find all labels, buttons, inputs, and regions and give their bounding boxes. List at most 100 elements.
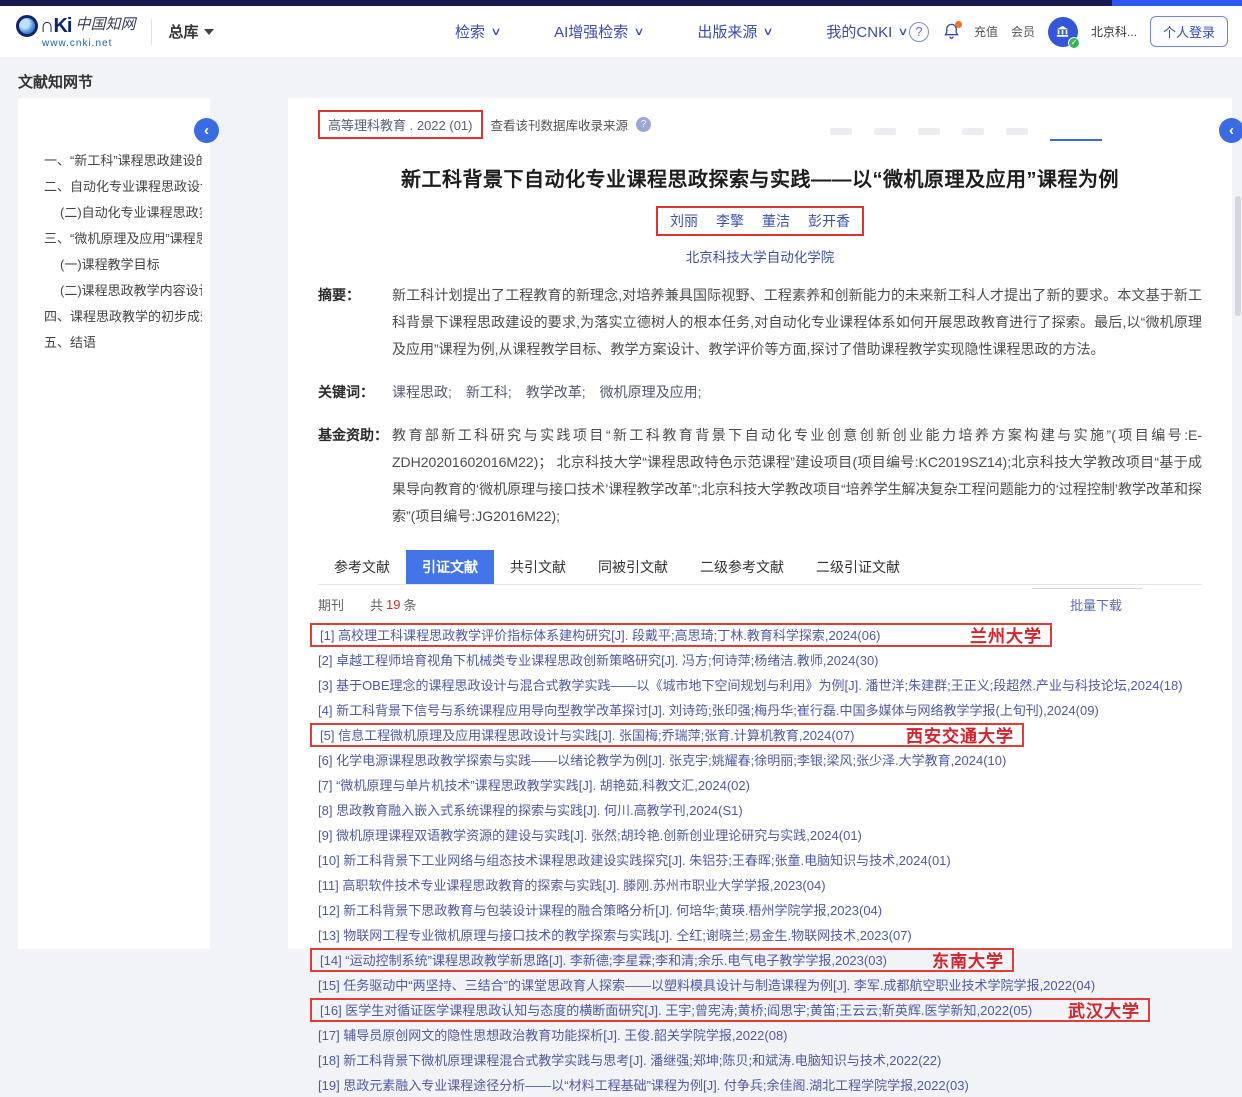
author-link[interactable]: 董洁 bbox=[762, 211, 790, 231]
reference-row: [6] 化学电源课程思政教学探索与实践——以绪论教学为例[J]. 张克宇;姚耀春… bbox=[318, 747, 1202, 772]
member-link[interactable]: 会员 bbox=[1011, 23, 1035, 40]
database-menu[interactable]: 总库 bbox=[168, 21, 214, 42]
sidebar-collapse-icon[interactable]: ‹ bbox=[194, 118, 219, 143]
personal-login-button[interactable]: 个人登录 bbox=[1150, 16, 1228, 47]
author-link[interactable]: 彭开香 bbox=[808, 211, 850, 231]
article-panel: ‹ 高等理科教育 . 2022 (01) 查看该刊数据库收录来源 ? 新工科背景… bbox=[288, 98, 1232, 949]
reference-citation-link[interactable]: [8] 思政教育融入嵌入式系统课程的探索与实践[J]. 何川.高教学刊,2024… bbox=[318, 800, 743, 819]
institution-avatar[interactable]: ✓ bbox=[1048, 17, 1078, 47]
question-icon[interactable]: ? bbox=[636, 117, 651, 132]
reference-citation-link[interactable]: [1] 高校理工科课程思政教学评价指标体系建构研究[J]. 段戴平;高思琦;丁林… bbox=[320, 625, 881, 644]
keyword-link[interactable]: 新工科; bbox=[466, 384, 512, 400]
tab-引证文献[interactable]: 引证文献 bbox=[406, 550, 494, 584]
outline-item[interactable]: 五、结语 bbox=[44, 330, 202, 356]
reference-row: [18] 新工科背景下微机原理课程混合式教学实践与思考[J]. 潘继强;郑坤;陈… bbox=[318, 1047, 1202, 1072]
scrollbar-thumb[interactable] bbox=[1235, 196, 1241, 316]
chevron-down-icon: ∨ bbox=[634, 25, 645, 38]
cnki-logo[interactable]: ∩Ki 中国知网 www.cnki.net bbox=[16, 15, 135, 49]
outline-item[interactable]: (一)课程教学目标 bbox=[44, 252, 202, 278]
authors-box: 刘丽李擎董洁彭开香 bbox=[656, 206, 864, 236]
tab-参考文献[interactable]: 参考文献 bbox=[318, 550, 406, 584]
tab-二级引证文献[interactable]: 二级引证文献 bbox=[800, 550, 916, 584]
nav-item-我的CNKI[interactable]: 我的CNKI∨ bbox=[826, 21, 907, 42]
reference-citation-link[interactable]: [19] 思政元素融入专业课程途径分析——以“材料工程基础”课程为例[J]. 付… bbox=[318, 1075, 969, 1094]
outline-item[interactable]: 三、“微机原理及应用”课程思... bbox=[44, 226, 202, 252]
keyword-link[interactable]: 课程思政; bbox=[392, 384, 452, 400]
outline-item[interactable]: (二)自动化专业课程思政实施... bbox=[44, 200, 202, 226]
reference-row: [9] 微机原理课程双语教学资源的建设与实践[J]. 张然;胡玲艳.创新创业理论… bbox=[318, 822, 1202, 847]
reference-line: [17] 辅导员原创网文的隐性思想政治教育功能探析[J]. 王俊.韶关学院学报,… bbox=[318, 1025, 788, 1044]
reference-line: [11] 高职软件技术专业课程思政教育的探索与实践[J]. 滕刚.苏州市职业大学… bbox=[318, 875, 826, 894]
journal-source-link[interactable]: 高等理科教育 . 2022 (01) bbox=[318, 110, 483, 139]
caret-down-icon bbox=[204, 29, 214, 35]
logo-url: www.cnki.net bbox=[42, 39, 135, 49]
tab-同被引文献[interactable]: 同被引文献 bbox=[582, 550, 684, 584]
university-annotation: 东南大学 bbox=[932, 947, 1004, 972]
tab-共引文献[interactable]: 共引文献 bbox=[494, 550, 582, 584]
reference-citation-link[interactable]: [9] 微机原理课程双语教学资源的建设与实践[J]. 张然;胡玲艳.创新创业理论… bbox=[318, 825, 862, 844]
reference-citation-link[interactable]: [12] 新工科背景下思政教育与包装设计课程的融合策略分析[J]. 何培华;黄瑛… bbox=[318, 900, 882, 919]
reference-citation-link[interactable]: [13] 物联网工程专业微机原理与接口技术的教学探索与实践[J]. 仝红;谢晓兰… bbox=[318, 925, 912, 944]
reference-citation-link[interactable]: [18] 新工科背景下微机原理课程混合式教学实践与思考[J]. 潘继强;郑坤;陈… bbox=[318, 1050, 941, 1069]
outline-item[interactable]: 四、课程思政教学的初步成效 bbox=[44, 304, 202, 330]
toolbar-placeholder bbox=[830, 128, 1102, 135]
keyword-link[interactable]: 教学改革; bbox=[526, 384, 586, 400]
help-icon[interactable]: ? bbox=[909, 22, 929, 42]
highlight-box: [14] “运动控制系统”课程思政教学新思路[J]. 李新德;李星霖;李和清;余… bbox=[310, 948, 1014, 972]
keywords-list: 课程思政; 新工科; 教学改革; 微机原理及应用; bbox=[392, 379, 1202, 406]
reference-citation-link[interactable]: [5] 信息工程微机原理及应用课程思政设计与实践[J]. 张国梅;乔瑞萍;张育.… bbox=[320, 725, 855, 744]
reference-line: [9] 微机原理课程双语教学资源的建设与实践[J]. 张然;胡玲艳.创新创业理论… bbox=[318, 825, 862, 844]
main-nav: 检索∨ AI增强检索∨ 出版来源∨ 我的CNKI∨ bbox=[455, 21, 907, 42]
abstract-block: 摘要： 新工科计划提出了工程教育的新理念,对培养兼具国际视野、工程素养和创新能力… bbox=[318, 282, 1202, 363]
reference-line: [2] 卓越工程师培育视角下机械类专业课程思政创新策略研究[J]. 冯方;何诗萍… bbox=[318, 650, 879, 669]
count-suffix: 条 bbox=[404, 595, 417, 614]
reference-citation-link[interactable]: [11] 高职软件技术专业课程思政教育的探索与实践[J]. 滕刚.苏州市职业大学… bbox=[318, 875, 826, 894]
reference-citation-link[interactable]: [2] 卓越工程师培育视角下机械类专业课程思政创新策略研究[J]. 冯方;何诗萍… bbox=[318, 650, 879, 669]
university-annotation: 兰州大学 bbox=[970, 622, 1042, 647]
fund-text: 教育部新工科研究与实践项目“新工科教育背景下自动化专业创意创新创业能力培养方案构… bbox=[392, 422, 1202, 530]
reference-citation-link[interactable]: [15] 任务驱动中“两坚持、三结合”的课堂思政育人探索——以塑料模具设计与制造… bbox=[318, 975, 1095, 994]
scrollbar[interactable] bbox=[1234, 196, 1242, 949]
tab-二级参考文献[interactable]: 二级参考文献 bbox=[684, 550, 800, 584]
reference-citation-link[interactable]: [17] 辅导员原创网文的隐性思想政治教育功能探析[J]. 王俊.韶关学院学报,… bbox=[318, 1025, 788, 1044]
reference-citation-link[interactable]: [10] 新工科背景下工业网络与组态技术课程思政建设实践探究[J]. 朱铝芬;王… bbox=[318, 850, 951, 869]
nav-item-检索[interactable]: 检索∨ bbox=[455, 21, 500, 42]
reference-row: [13] 物联网工程专业微机原理与接口技术的教学探索与实践[J]. 仝红;谢晓兰… bbox=[318, 922, 1202, 947]
institution-name[interactable]: 北京科... bbox=[1091, 23, 1137, 40]
reference-line: [3] 基于OBE理念的课程思政设计与混合式教学实践——以《城市地下空间规划与利… bbox=[318, 675, 1183, 694]
reference-line: [8] 思政教育融入嵌入式系统课程的探索与实践[J]. 何川.高教学刊,2024… bbox=[318, 800, 743, 819]
outline-item[interactable]: (二)课程思政教学内容设计 bbox=[44, 278, 202, 304]
reference-citation-link[interactable]: [6] 化学电源课程思政教学探索与实践——以绪论教学为例[J]. 张克宇;姚耀春… bbox=[318, 750, 1006, 769]
article-title: 新工科背景下自动化专业课程思政探索与实践——以“微机原理及应用”课程为例 bbox=[318, 163, 1202, 192]
highlight-box: [1] 高校理工科课程思政教学评价指标体系建构研究[J]. 段戴平;高思琦;丁林… bbox=[310, 623, 1052, 647]
chevron-down-icon: ∨ bbox=[490, 25, 501, 38]
batch-download-link[interactable]: 批量下载 bbox=[1070, 595, 1122, 614]
globe-icon bbox=[16, 15, 38, 37]
recharge-link[interactable]: 充值 bbox=[974, 23, 998, 40]
reference-citation-link[interactable]: [16] 医学生对循证医学课程思政认知与态度的横断面研究[J]. 王宇;曾宪涛;… bbox=[320, 1000, 1032, 1019]
reference-row: [16] 医学生对循证医学课程思政认知与态度的横断面研究[J]. 王宇;曾宪涛;… bbox=[318, 997, 1202, 1022]
reference-citation-link[interactable]: [14] “运动控制系统”课程思政教学新思路[J]. 李新德;李星霖;李和清;余… bbox=[320, 950, 887, 969]
outline-item[interactable]: 一、“新工科”课程思政建设的... bbox=[44, 148, 202, 174]
abstract-text: 新工科计划提出了工程教育的新理念,对培养兼具国际视野、工程素养和创新能力的未来新… bbox=[392, 282, 1202, 363]
author-link[interactable]: 李擎 bbox=[716, 211, 744, 231]
count-value: 19 bbox=[383, 597, 403, 612]
abstract-label: 摘要： bbox=[318, 282, 392, 363]
reference-citation-link[interactable]: [3] 基于OBE理念的课程思政设计与混合式教学实践——以《城市地下空间规划与利… bbox=[318, 675, 1183, 694]
reference-citation-link[interactable]: [4] 新工科背景下信号与系统课程应用导向型教学改革探讨[J]. 刘诗筠;张印强… bbox=[318, 700, 1099, 719]
outline-item[interactable]: 二、自动化专业课程思政设计 bbox=[44, 174, 202, 200]
reference-row: [10] 新工科背景下工业网络与组态技术课程思政建设实践探究[J]. 朱铝芬;王… bbox=[318, 847, 1202, 872]
reference-row: [2] 卓越工程师培育视角下机械类专业课程思政创新策略研究[J]. 冯方;何诗萍… bbox=[318, 647, 1202, 672]
database-menu-label: 总库 bbox=[168, 21, 198, 42]
reference-row: [5] 信息工程微机原理及应用课程思政设计与实践[J]. 张国梅;乔瑞萍;张育.… bbox=[318, 722, 1202, 747]
nav-item-AI增强检索[interactable]: AI增强检索∨ bbox=[554, 21, 643, 42]
panel-collapse-icon[interactable]: ‹ bbox=[1219, 118, 1242, 143]
author-link[interactable]: 刘丽 bbox=[670, 211, 698, 231]
reference-citation-link[interactable]: [7] “微机原理与单片机技术”课程思政教学实践[J]. 胡艳茹.科教文汇,20… bbox=[318, 775, 750, 794]
view-source-link[interactable]: 查看该刊数据库收录来源 bbox=[491, 115, 629, 134]
affiliation-link[interactable]: 北京科技大学自动化学院 bbox=[318, 246, 1202, 266]
bell-icon[interactable] bbox=[942, 22, 961, 41]
keywords-block: 关键词： 课程思政;新工科;教学改革;微机原理及应用; bbox=[318, 379, 1202, 406]
keyword-link[interactable]: 微机原理及应用; bbox=[600, 384, 702, 400]
nav-item-出版来源[interactable]: 出版来源∨ bbox=[697, 21, 772, 42]
